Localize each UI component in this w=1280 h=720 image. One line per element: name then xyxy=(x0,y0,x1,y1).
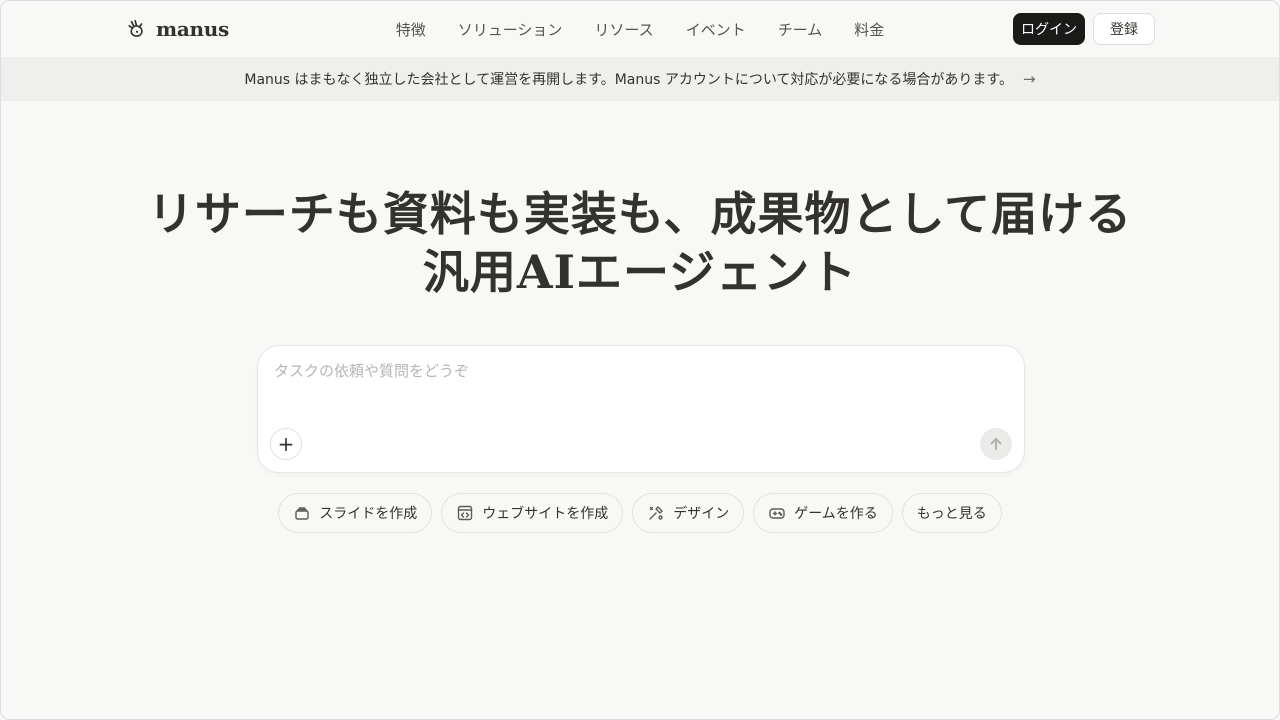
chip-label: ウェブサイトを作成 xyxy=(482,506,609,522)
top-header: manus 特徴 ソリューション リソース イベント チーム 料金 ログイン 登… xyxy=(1,1,1279,57)
chip-label: ゲームを作る xyxy=(794,506,878,522)
nav-features[interactable]: 特徴 xyxy=(396,19,426,40)
banner-text: Manus はまもなく独立した会社として運営を再開します。Manus アカウント… xyxy=(244,72,1014,88)
nav-solutions[interactable]: ソリューション xyxy=(458,19,563,40)
design-icon xyxy=(649,506,663,520)
task-input[interactable] xyxy=(274,360,1004,420)
chip-create-slides[interactable]: スライドを作成 xyxy=(278,493,433,533)
nav-resources[interactable]: リソース xyxy=(594,19,653,40)
chip-label: もっと見る xyxy=(916,506,987,522)
chip-see-more[interactable]: もっと見る xyxy=(901,493,1002,533)
arrow-up-icon xyxy=(990,438,1002,450)
chip-label: スライドを作成 xyxy=(319,506,418,522)
slides-icon xyxy=(295,507,309,520)
code-window-icon xyxy=(458,505,473,521)
login-button[interactable]: ログイン xyxy=(1013,13,1085,45)
nav-events[interactable]: イベント xyxy=(686,19,746,40)
chip-label: デザイン xyxy=(673,506,730,522)
brand-logo[interactable]: manus xyxy=(126,17,229,41)
auth-buttons: ログイン 登録 xyxy=(1013,13,1155,45)
register-button[interactable]: 登録 xyxy=(1093,13,1155,45)
hero-line-2: 汎用AIエージェント xyxy=(422,245,858,299)
page: manus 特徴 ソリューション リソース イベント チーム 料金 ログイン 登… xyxy=(0,0,1280,720)
announcement-banner[interactable]: Manus はまもなく独立した会社として運営を再開します。Manus アカウント… xyxy=(1,57,1279,101)
plus-icon: + xyxy=(277,432,295,456)
chip-make-game[interactable]: ゲームを作る xyxy=(753,493,893,533)
arrow-right-icon: → xyxy=(1023,70,1036,88)
add-attachment-button[interactable]: + xyxy=(270,428,302,460)
suggestion-chips: スライドを作成 ウェブサイトを作成 デザイン ゲームを作る もっと見る xyxy=(1,493,1279,533)
nav-pricing[interactable]: 料金 xyxy=(854,19,884,40)
send-button[interactable] xyxy=(980,428,1012,460)
chip-design[interactable]: デザイン xyxy=(632,493,745,533)
chip-create-website[interactable]: ウェブサイトを作成 xyxy=(441,493,624,533)
manus-hand-icon xyxy=(128,19,143,37)
hero-line-1: リサーチも資料も実装も、成果物として届ける xyxy=(147,187,1133,241)
task-composer: + xyxy=(257,345,1025,473)
brand-name: manus xyxy=(156,17,229,41)
gamepad-icon xyxy=(769,508,785,519)
nav-team[interactable]: チーム xyxy=(778,19,823,40)
hero-title: リサーチも資料も実装も、成果物として届ける 汎用AIエージェント xyxy=(1,185,1279,301)
